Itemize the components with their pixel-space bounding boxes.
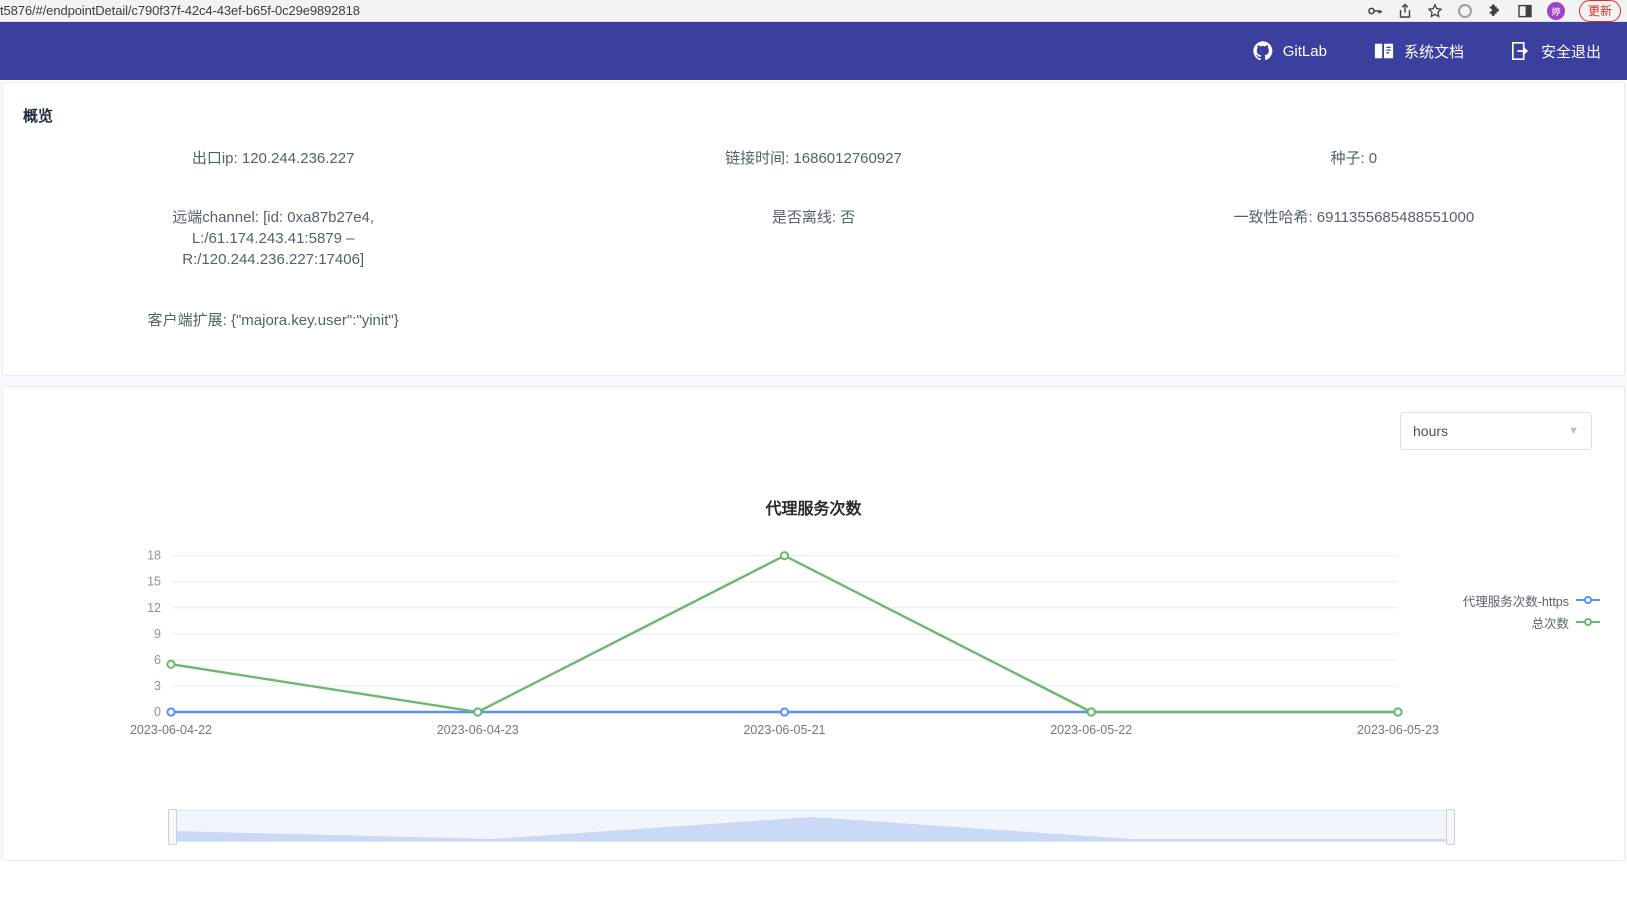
- field-seed: 种子: 0: [1330, 150, 1378, 167]
- extensions-puzzle-icon[interactable]: [1487, 3, 1503, 19]
- svg-text:2023-06-04-22: 2023-06-04-22: [130, 723, 212, 737]
- book-icon: [1373, 41, 1395, 61]
- nav-label-gitlab: GitLab: [1282, 42, 1327, 60]
- overview-row-3: 客户端扩展: {"majora.key.user":"yinit"}: [3, 270, 1624, 331]
- github-icon: [1252, 40, 1274, 62]
- range-slider-handle-left[interactable]: [168, 809, 177, 845]
- field-client-ext: 客户端扩展: {"majora.key.user":"yinit"}: [147, 312, 399, 329]
- update-button[interactable]: 更新: [1578, 0, 1621, 22]
- browser-toolbar-icons: 婷 更新: [1367, 0, 1627, 22]
- svg-text:2023-06-05-21: 2023-06-05-21: [743, 723, 825, 737]
- nav-item-gitlab[interactable]: GitLab: [1252, 40, 1327, 62]
- range-slider-handle-right[interactable]: [1446, 809, 1455, 845]
- nav-item-docs[interactable]: 系统文档: [1373, 41, 1464, 62]
- svg-text:9: 9: [154, 627, 161, 641]
- svg-text:2023-06-05-22: 2023-06-05-22: [1050, 723, 1132, 737]
- chart-plot-area: 0 3 6 9 12 15 18 2023-06-04-22 2023-06-04-23 2023…: [3, 537, 1624, 767]
- range-slider-preview: [172, 811, 1451, 841]
- field-exit-ip: 出口ip: 120.244.236.227: [191, 150, 355, 167]
- address-bar[interactable]: t5876/#/endpointDetail/c790f37f-42c4-43e…: [0, 3, 360, 18]
- svg-text:15: 15: [147, 575, 161, 589]
- svg-text:6: 6: [154, 653, 161, 667]
- legend-marker-total: [1576, 617, 1600, 627]
- chart-card: hours ▼ 代理服务次数 0 3 6 9 12 15 18 2023-06-04-22 20…: [2, 386, 1625, 861]
- field-consistent-hash: 一致性哈希: 6911355685488551000: [1233, 209, 1475, 226]
- overview-card: 概览 出口ip: 120.244.236.227 链接时间: 168601276…: [2, 82, 1625, 376]
- field-offline: 是否离线: 否: [771, 209, 856, 226]
- share-icon[interactable]: [1397, 3, 1413, 19]
- sidebar-panel-icon[interactable]: [1517, 3, 1533, 19]
- remote-channel-line-3: R:/120.244.236.227:17406]: [182, 251, 365, 268]
- legend-label-https: 代理服务次数-https: [1462, 594, 1569, 609]
- overview-row-2: 远端channel: [id: 0xa87b27e4, L:/61.174.24…: [3, 169, 1624, 270]
- overview-row-1: 出口ip: 120.244.236.227 链接时间: 168601276092…: [3, 126, 1624, 169]
- bookmark-star-icon[interactable]: [1427, 3, 1443, 19]
- svg-text:2023-06-05-23: 2023-06-05-23: [1357, 723, 1439, 737]
- avatar[interactable]: 婷: [1546, 2, 1565, 20]
- granularity-select-value: hours: [1413, 423, 1449, 439]
- nav-label-logout: 安全退出: [1540, 43, 1601, 61]
- overview-title: 概览: [23, 108, 54, 125]
- app-header: GitLab 系统文档 安全退出: [0, 22, 1627, 80]
- password-key-icon[interactable]: [1367, 3, 1383, 19]
- legend-item-total[interactable]: 总次数: [1463, 611, 1600, 633]
- profile-circle-icon[interactable]: [1457, 3, 1473, 19]
- remote-channel-line-2: L:/61.174.243.41:5879 –: [191, 230, 355, 247]
- legend-item-https[interactable]: 代理服务次数-https: [1463, 589, 1600, 611]
- legend-label-total: 总次数: [1531, 616, 1569, 631]
- field-remote-channel: 远端channel: [id: 0xa87b27e4, L:/61.174.24…: [3, 207, 543, 270]
- svg-text:0: 0: [154, 705, 161, 719]
- page-body: 概览 出口ip: 120.244.236.227 链接时间: 168601276…: [0, 82, 1627, 861]
- svg-text:12: 12: [147, 601, 161, 615]
- chart-range-slider[interactable]: [168, 809, 1455, 845]
- svg-text:2023-06-04-23: 2023-06-04-23: [437, 723, 519, 737]
- logout-icon: [1510, 41, 1532, 61]
- nav-label-docs: 系统文档: [1403, 43, 1464, 61]
- remote-channel-line-1: 远端channel: [id: 0xa87b27e4,: [172, 209, 375, 226]
- chart-legend: 代理服务次数-https 总次数: [1463, 589, 1600, 633]
- granularity-select[interactable]: hours ▼: [1400, 412, 1592, 450]
- chart-title: 代理服务次数: [765, 501, 862, 518]
- svg-text:18: 18: [147, 549, 161, 563]
- svg-text:3: 3: [154, 679, 161, 693]
- chevron-down-icon: ▼: [1568, 425, 1579, 437]
- legend-marker-https: [1576, 595, 1600, 605]
- browser-toolbar: t5876/#/endpointDetail/c790f37f-42c4-43e…: [0, 0, 1627, 22]
- nav-item-logout[interactable]: 安全退出: [1510, 41, 1601, 62]
- field-link-time: 链接时间: 1686012760927: [725, 150, 902, 167]
- line-chart-svg[interactable]: 0 3 6 9 12 15 18 2023-06-04-22 2023-06-04-23 2023…: [3, 537, 1627, 767]
